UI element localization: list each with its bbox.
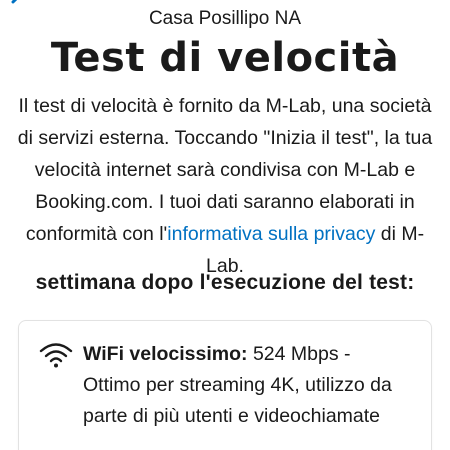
page-heading: Test di velocità [50,35,400,76]
speed-result-text: WiFi velocissimo: 524 Mbps - Ottimo per s… [83,339,417,432]
privacy-policy-link[interactable]: informativa sulla privacy [167,223,375,245]
heading-container: Test di velocità [0,32,450,76]
speed-test-screen: Casa Posillipo NA Test di velocità Il te… [0,0,450,450]
week-note: settimana dopo l'esecuzione del test: [35,271,415,294]
speed-result-title: WiFi velocissimo: [83,343,248,365]
speed-result-card: WiFi velocissimo: 524 Mbps - Ottimo per s… [18,320,432,450]
speed-result-value: 524 Mbps - [247,343,351,365]
speed-result-detail: Ottimo per streaming 4K, utilizzo da par… [83,374,392,427]
nav-title: Casa Posillipo NA [148,8,302,29]
description-text: Il test di velocità è fornito da M-Lab, … [14,90,436,282]
wifi-icon [39,343,73,368]
